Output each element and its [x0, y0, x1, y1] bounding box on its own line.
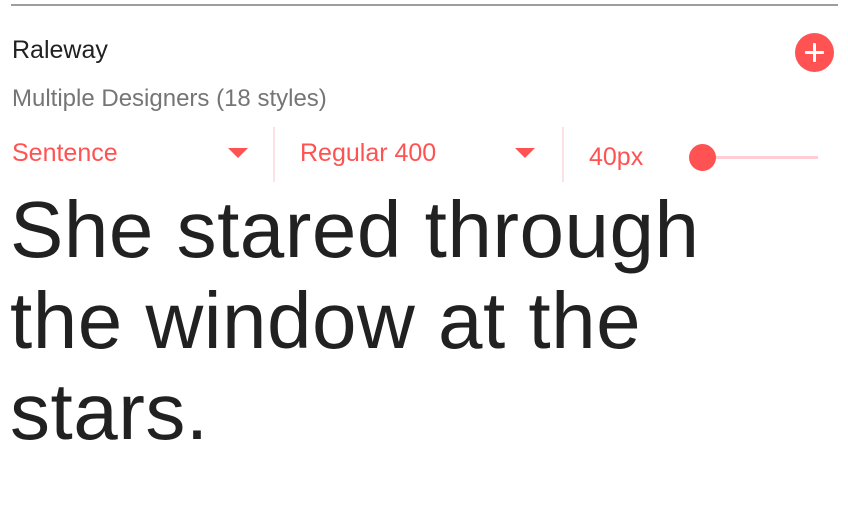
text-case-dropdown[interactable]: Sentence [12, 136, 252, 172]
plus-icon-stroke [813, 43, 816, 62]
add-font-button[interactable] [795, 33, 834, 72]
text-case-label: Sentence [12, 139, 118, 167]
preview-text[interactable]: She stared through the window at the sta… [10, 184, 810, 457]
designer-info: Multiple Designers (18 styles) [12, 85, 327, 112]
font-weight-dropdown[interactable]: Regular 400 [300, 136, 540, 172]
font-size-value: 40px [589, 143, 644, 171]
control-divider [562, 127, 564, 182]
chevron-down-icon [228, 148, 248, 158]
font-size-slider-thumb[interactable] [689, 144, 716, 171]
control-divider [273, 127, 275, 182]
chevron-down-icon [515, 148, 535, 158]
font-family-name: Raleway [12, 36, 108, 64]
font-weight-label: Regular 400 [300, 139, 437, 167]
top-divider [11, 4, 838, 6]
